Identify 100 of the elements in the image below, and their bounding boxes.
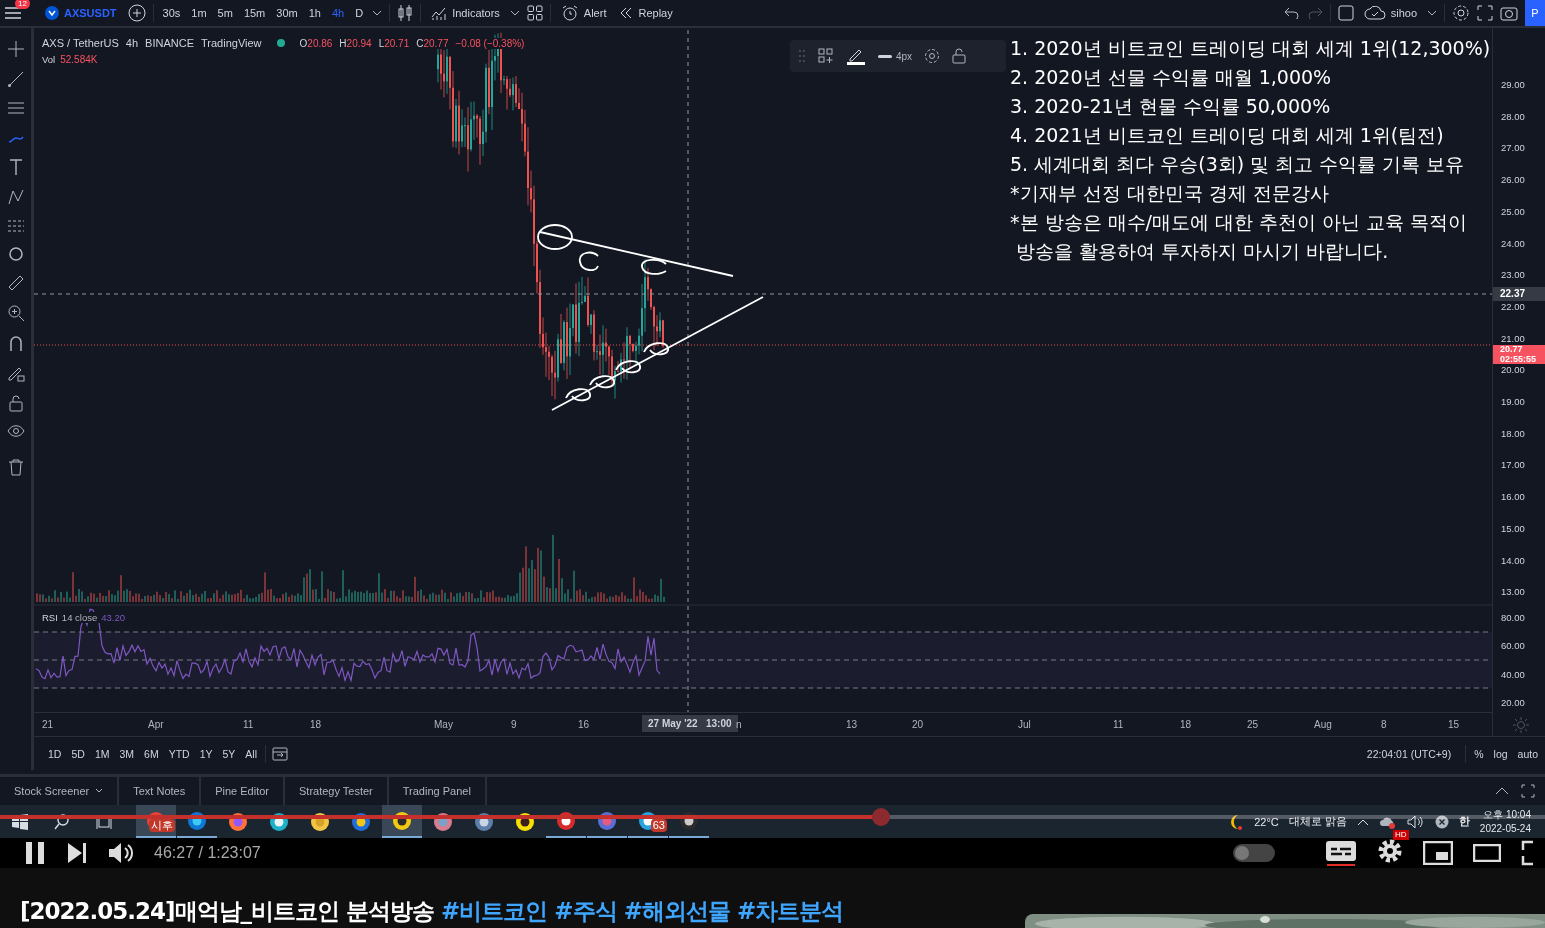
collapse-icon[interactable]	[1495, 787, 1509, 795]
add-icon[interactable]	[127, 4, 146, 22]
scale-option-button[interactable]: auto	[1515, 747, 1540, 760]
close-icon[interactable]	[1434, 814, 1449, 829]
interval-button[interactable]: 30m	[274, 7, 300, 19]
indicators-button[interactable]: Indicators	[428, 5, 503, 21]
template-icon[interactable]	[818, 48, 834, 64]
undo-icon[interactable]	[1283, 7, 1300, 19]
range-button[interactable]: 6M	[142, 747, 161, 760]
subtitles-icon[interactable]	[1325, 840, 1357, 866]
publish-button[interactable]: P	[1525, 0, 1545, 26]
layout-icon[interactable]	[526, 5, 543, 21]
hashtag-link[interactable]: #주식	[554, 898, 617, 924]
price-label: 15.00	[1501, 522, 1525, 534]
pattern-icon[interactable]	[6, 188, 25, 206]
time-label: 11	[243, 719, 254, 730]
ohlc-key: H	[339, 37, 347, 49]
fullscreen-icon[interactable]	[1521, 840, 1535, 866]
interval-button[interactable]: D	[353, 7, 366, 19]
square-icon[interactable]	[1337, 5, 1354, 21]
weather-text: 대체로 맑음	[1288, 814, 1347, 829]
scale-option-button[interactable]: log	[1491, 747, 1510, 760]
magnet-icon[interactable]	[7, 334, 24, 352]
range-button[interactable]: All	[243, 747, 259, 760]
miniplayer-icon[interactable]	[1423, 841, 1453, 865]
interval-button[interactable]: 5m	[215, 7, 235, 19]
eye-icon[interactable]	[6, 424, 25, 438]
calendar-icon[interactable]	[272, 745, 288, 762]
range-button[interactable]: 1Y	[197, 747, 215, 760]
time-label: 15	[1448, 719, 1460, 730]
hashtag-link[interactable]: #해외선물	[623, 898, 730, 924]
crosshair-price-tag: 22.37	[1493, 287, 1545, 301]
candles-icon[interactable]	[397, 4, 414, 22]
replay-button[interactable]: Replay	[616, 7, 676, 19]
theater-mode-icon[interactable]	[1473, 844, 1501, 862]
video-title: [2022.05.24]매억남_비트코인 분석방송 #비트코인 #주식 #해외선물 #차트분석	[20, 898, 844, 924]
time-label: 18	[1180, 719, 1192, 730]
speaker-icon[interactable]	[1406, 814, 1425, 829]
settings-icon[interactable]	[924, 48, 941, 64]
range-button[interactable]: YTD	[166, 747, 192, 760]
caret-icon[interactable]	[509, 9, 520, 17]
rsi-axis-label: 20.00	[1501, 696, 1525, 708]
circle-icon[interactable]	[7, 246, 24, 262]
interval-button[interactable]: 4h	[329, 7, 347, 19]
chevron-up-icon[interactable]	[1356, 817, 1369, 826]
coin-icon	[45, 6, 59, 20]
crosshair-icon[interactable]	[6, 40, 25, 58]
range-button[interactable]: 5D	[69, 747, 87, 760]
line-width-button[interactable]: 4px	[878, 50, 913, 62]
ohlc-value: 20.77	[423, 37, 449, 49]
volume-icon[interactable]	[108, 842, 134, 864]
ohlc-value: 20.94	[346, 37, 372, 49]
save-button[interactable]: sihoo	[1360, 6, 1420, 20]
caret-icon[interactable]	[1427, 9, 1437, 17]
range-button[interactable]: 1D	[46, 747, 64, 760]
interval-button[interactable]: 1m	[189, 7, 209, 19]
interval-button[interactable]: 1h	[306, 7, 323, 19]
line-tool-icon[interactable]	[6, 70, 25, 88]
symbol-button[interactable]: AXSUSDT	[41, 6, 121, 20]
rsi-axis-label: 80.00	[1501, 612, 1525, 623]
ruler-icon[interactable]	[6, 274, 25, 292]
clock-date: 2022-05-24	[1479, 821, 1531, 836]
price-label: 21.00	[1501, 332, 1525, 344]
scale-option-button[interactable]: %	[1472, 747, 1486, 760]
zoom-icon[interactable]	[6, 304, 25, 322]
video-time: 46:27 / 1:23:07	[154, 844, 261, 862]
hashtag-link[interactable]: #차트분석	[736, 898, 844, 924]
time-label: 18	[310, 719, 322, 730]
trash-icon[interactable]	[7, 458, 24, 476]
camera-icon[interactable]	[1500, 5, 1518, 21]
menu-icon[interactable]	[4, 6, 22, 20]
range-button[interactable]: 5Y	[220, 747, 238, 760]
drag-handle-icon[interactable]	[798, 49, 806, 63]
interval-button[interactable]: 15m	[241, 7, 268, 19]
range-button[interactable]: 3M	[117, 747, 137, 760]
caret-icon[interactable]	[372, 9, 383, 17]
range-button[interactable]: 1M	[92, 747, 112, 760]
pause-icon[interactable]	[24, 841, 46, 865]
lines-icon[interactable]	[6, 100, 25, 116]
price-label: 18.00	[1501, 427, 1525, 439]
next-icon[interactable]	[66, 842, 88, 864]
autoplay-toggle[interactable]	[1233, 844, 1275, 862]
hashtag-link[interactable]: #비트코인	[441, 898, 548, 924]
pencil-icon[interactable]	[846, 47, 866, 65]
alarm-clock-icon	[560, 4, 579, 22]
unlock-icon[interactable]	[952, 48, 967, 64]
ohlc-key: O	[299, 37, 308, 49]
price-label: 13.00	[1501, 586, 1525, 598]
forecast-icon[interactable]	[6, 218, 25, 234]
interval-label: 4h	[125, 37, 139, 49]
input-method-indicator[interactable]: 한	[1458, 814, 1470, 829]
time-label: 9	[511, 719, 517, 730]
rsi-axis-label: 60.00	[1501, 640, 1525, 652]
note-line: *기재부 선정 대한민국 경제 전문강사	[1010, 181, 1330, 206]
interval-button[interactable]: 30s	[160, 7, 183, 19]
note-line: *본 방송은 매수/매도에 대한 추천이 아닌 교육 목적이	[1010, 210, 1469, 235]
alert-button[interactable]: Alert	[557, 4, 610, 22]
lock-icon[interactable]	[7, 394, 24, 412]
exchange-label: BINANCE	[145, 37, 194, 49]
text-icon[interactable]	[7, 158, 24, 176]
